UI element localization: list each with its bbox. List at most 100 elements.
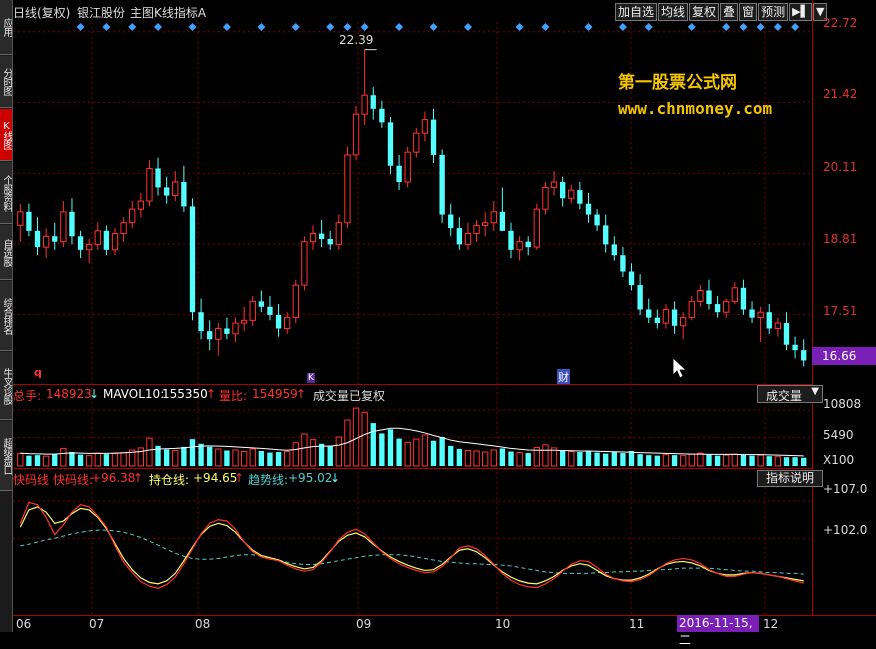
volume-bar [783,457,790,466]
signal-diamond [584,23,593,31]
candle-body [60,211,67,243]
volume-indicator-select[interactable]: 成交量 ▼ [757,385,823,403]
candle-body [172,181,179,197]
candle-body [637,285,643,310]
candle-body [542,186,549,210]
candle-body [396,165,402,183]
marker-q: q [34,366,42,379]
date-axis-label: 09 [356,617,372,631]
volume-bar [749,455,755,466]
volume-bar [94,452,101,467]
volume-bar [688,453,695,467]
volume-bar [611,452,617,466]
volume-bar [163,449,170,466]
candle-body [577,190,583,204]
candle-body [757,311,764,319]
volume-bar [17,453,24,467]
candle-body [499,211,506,231]
candle-body [628,271,635,286]
candle-body [94,230,101,245]
candle-body [198,312,204,332]
candle-body [335,222,342,245]
volume-bar [646,455,652,466]
candle-body [464,233,472,245]
volume-bar [714,455,721,466]
volume-bar [224,450,230,466]
signal-diamond [644,23,653,31]
volume-bar [232,449,239,467]
arrow-up-icon: ↑ [234,471,245,485]
volume-bar [249,448,256,467]
candle-body [585,203,592,215]
total-volume-label: 总手: [13,389,42,403]
volume-bar [654,455,661,466]
volume-bar [413,438,420,467]
indicator-header: 快码线 快码线: +96.38 ↑ 持仓线: +94.65 ↑ 趋势线: +95… [13,468,812,487]
signal-diamond [687,23,696,31]
price-axis-label: 18.81 [823,232,858,246]
watermark: 第一股票公式网 www.chnmoney.com [618,68,772,118]
candle-body [224,328,230,334]
signal-diamond [291,23,300,31]
signal-diamond [739,23,748,31]
candle-body [17,211,24,226]
indicator-name[interactable]: 快码线 [13,471,49,488]
candle-body [662,308,670,324]
volume-bar [568,451,575,467]
mavol-line [20,427,804,457]
candle-body [473,224,480,235]
candle-body [181,182,187,207]
volume-bar [516,452,523,467]
candle-body [766,312,772,329]
volume-bar [301,433,308,467]
volume-ratio-value: 154959 [252,387,298,401]
volume-bar [318,443,325,466]
candle-body [120,222,127,235]
volume-bar [292,442,299,467]
candle-body [603,225,609,245]
candle-body [792,344,798,351]
candle-body [749,309,755,318]
volume-bar [757,454,764,467]
candle-body [740,287,747,310]
candle-body [516,241,523,251]
volume-bar [172,450,179,467]
candle-body [361,94,368,115]
signal-diamond [102,23,111,31]
candle-body [774,322,782,329]
signal-diamond [791,23,800,31]
indicator-help-button[interactable]: 指标说明 [757,470,823,487]
volume-bar [774,456,782,467]
candle-body [267,306,273,315]
candle-body [413,132,420,153]
volume-bar [335,436,342,467]
candle-body [309,233,317,243]
signal-diamond [257,23,266,31]
financial-marker[interactable]: 财 [557,369,570,385]
volume-bar [379,433,385,466]
price-axis-label: 21.42 [823,87,858,101]
volume-bar [464,450,472,467]
candle-body [688,300,695,319]
volume-bar [258,451,265,466]
volume-bar [662,454,670,467]
volume-bar [120,452,127,467]
candle-body [731,287,738,302]
candle-body [533,208,540,248]
signal-diamond [154,23,163,31]
volume-bar [396,438,402,466]
indicator-axis-label: +107.0 [823,482,868,496]
arrow-up-icon: ↑ [206,387,217,401]
candle-body [783,323,790,345]
signal-diamond [188,23,197,31]
k-marker[interactable]: K [307,373,315,383]
volume-bar [448,445,454,466]
candle-body [439,154,445,215]
candle-body [482,222,489,226]
volume-bar [421,434,429,467]
volume-bar [309,439,317,467]
signal-diamond [541,23,550,31]
volume-bar [26,455,32,466]
volume-bar [628,451,635,466]
trend-line [20,529,804,575]
